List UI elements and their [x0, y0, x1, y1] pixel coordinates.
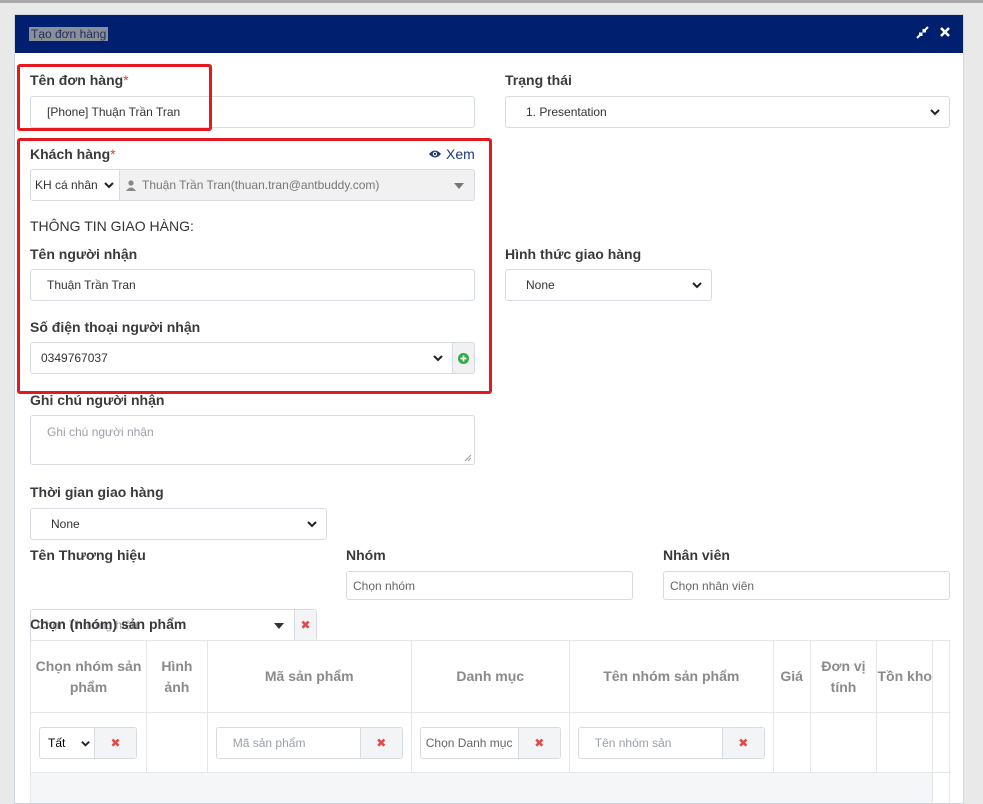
clear-brand-button[interactable]: ✖ [294, 610, 316, 640]
chevron-down-icon [691, 279, 703, 291]
staff-label: Nhân viên [663, 547, 730, 563]
close-icon: ✖ [534, 736, 544, 750]
column-header: Chọn nhóm sản phẩm [31, 641, 147, 713]
table-cell [773, 713, 810, 773]
chevron-down-icon [929, 106, 941, 118]
column-header: Đơn vị tính [810, 641, 877, 713]
group-filter-select[interactable]: Tất ✖ [39, 727, 137, 759]
column-header: Hình ảnh [146, 641, 207, 713]
table-row [31, 773, 950, 804]
staff-input[interactable]: Chọn nhân viên [663, 571, 950, 600]
product-select-label: Chọn (nhóm) sản phẩm [30, 616, 186, 632]
chevron-down-icon [306, 518, 318, 530]
group-input[interactable]: Chọn nhóm [346, 571, 633, 600]
close-icon: ✖ [300, 618, 310, 632]
resize-handle-icon[interactable] [464, 454, 472, 462]
status-label: Trạng thái [505, 72, 572, 88]
clear-category-filter-button[interactable]: ✖ [518, 728, 560, 758]
close-icon[interactable] [939, 26, 951, 42]
clear-group-filter-button[interactable]: ✖ [94, 728, 136, 758]
table-header-row: Chọn nhóm sản phẩm Hình ảnh Mã sản phẩm … [31, 641, 950, 713]
delivery-time-select[interactable]: None [30, 508, 327, 540]
product-code-filter-input[interactable]: Mã sản phẩm ✖ [216, 727, 403, 759]
delivery-method-label: Hình thức giao hàng [505, 246, 641, 262]
table-cell [810, 713, 877, 773]
column-header: Mã sản phẩm [207, 641, 411, 713]
modal-title: Tạo đơn hàng [29, 27, 108, 41]
category-filter-select[interactable]: Chọn Danh mục ✖ [420, 727, 561, 759]
close-icon: ✖ [738, 736, 748, 750]
status-select[interactable]: 1. Presentation [505, 96, 950, 128]
brand-label: Tên Thương hiệu [30, 547, 146, 563]
column-header: Danh mục [411, 641, 569, 713]
clear-name-filter-button[interactable]: ✖ [722, 728, 764, 758]
table-filter-row: Tất ✖ Mã sản phẩm ✖ Chọn Danh mục ✖ [31, 713, 950, 773]
delivery-method-select[interactable]: None [505, 269, 712, 301]
table-cell [933, 773, 950, 804]
recipient-note-label: Ghi chú người nhận [30, 392, 164, 408]
create-order-modal: Tạo đơn hàng Tên đơn hàng* [Phone] Thuận… [14, 14, 964, 804]
caret-down-icon [274, 623, 284, 629]
highlight-customer-shipping [17, 138, 492, 394]
modal-header: Tạo đơn hàng [15, 15, 963, 53]
table-cell [933, 713, 950, 773]
column-header: Tồn kho [877, 641, 933, 713]
highlight-order-name [17, 64, 212, 131]
product-table: Chọn nhóm sản phẩm Hình ảnh Mã sản phẩm … [30, 640, 950, 804]
chevron-down-icon [80, 738, 91, 749]
close-icon: ✖ [376, 736, 386, 750]
column-header [933, 641, 950, 713]
minimize-icon[interactable] [916, 26, 929, 42]
table-cell [31, 773, 933, 804]
delivery-time-label: Thời gian giao hàng [30, 484, 164, 500]
table-cell [877, 713, 933, 773]
column-header: Giá [773, 641, 810, 713]
group-name-filter-input[interactable]: Tên nhóm sản ✖ [578, 727, 765, 759]
close-icon: ✖ [110, 736, 120, 750]
group-label: Nhóm [346, 547, 386, 563]
column-header: Tên nhóm sản phẩm [569, 641, 773, 713]
window-top-edge [0, 0, 983, 3]
recipient-note-textarea[interactable]: Ghi chú người nhận [30, 415, 475, 465]
table-cell [146, 713, 207, 773]
clear-code-filter-button[interactable]: ✖ [360, 728, 402, 758]
